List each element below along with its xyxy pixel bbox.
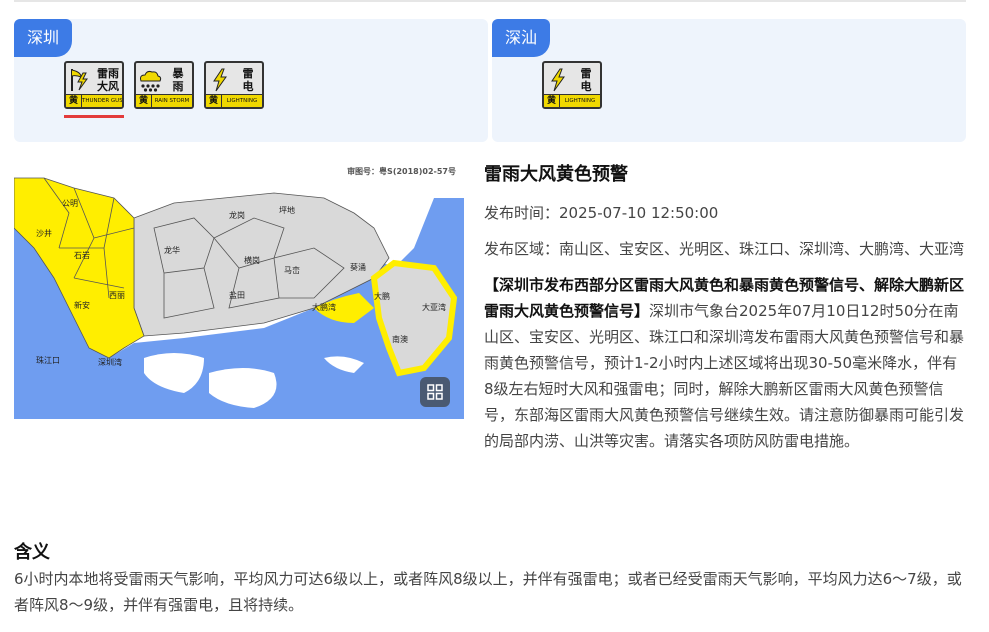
icon-text-line1: 雷 <box>242 66 254 80</box>
svg-text:沙井: 沙井 <box>36 228 52 238</box>
icon-text-line2: 大风 <box>97 79 119 93</box>
svg-text:西丽: 西丽 <box>109 291 125 300</box>
warning-en-label: THUNDER GUST <box>82 98 122 104</box>
rain-storm-warning-icon[interactable]: 暴 雨 黄 RAIN STORM <box>134 61 194 109</box>
svg-text:深圳湾: 深圳湾 <box>98 357 122 367</box>
svg-text:南澳: 南澳 <box>392 334 408 344</box>
lightning-icon <box>206 63 234 96</box>
map-graphic: 珠江口 深圳湾 大鹏湾 大亚湾 南澳 葵涌 大鹏 公明 沙井 石岩 新安 西丽 … <box>14 158 464 419</box>
warning-level: 黄 <box>544 95 560 107</box>
svg-text:葵涌: 葵涌 <box>350 262 366 272</box>
svg-text:龙岗: 龙岗 <box>229 210 245 220</box>
publish-area: 发布区域：南山区、宝安区、光明区、珠江口、深圳湾、大鹏湾、大亚湾 <box>484 236 966 262</box>
lightning-icon <box>544 63 572 96</box>
icon-text-line2: 电 <box>242 79 254 93</box>
lightning-warning-icon[interactable]: 雷 电 黄 LIGHTNING <box>542 61 602 109</box>
svg-text:新安: 新安 <box>74 300 90 310</box>
publish-time-value: 2025-07-10 12:50:00 <box>559 204 719 222</box>
meaning-section: 含义 6小时内本地将受雷雨天气影响，平均风力可达6级以上，或者阵风8级以上，并伴… <box>14 538 966 618</box>
warning-level: 黄 <box>66 95 82 107</box>
icon-text-line1: 雷 <box>580 66 592 80</box>
publish-time: 发布时间：2025-07-10 12:50:00 <box>484 200 966 226</box>
icon-text-line1: 暴 <box>172 66 184 80</box>
svg-text:大鹏: 大鹏 <box>374 291 390 301</box>
region-tab-shenshan[interactable]: 深汕 <box>492 19 551 57</box>
svg-text:大鹏湾: 大鹏湾 <box>312 302 336 312</box>
warning-en-label: LIGHTNING <box>226 98 258 104</box>
warning-level: 黄 <box>136 95 152 107</box>
region-tab-shenzhen[interactable]: 深圳 <box>14 19 73 57</box>
svg-text:龙华: 龙华 <box>164 245 180 255</box>
top-divider <box>14 0 966 2</box>
publish-area-value: 南山区、宝安区、光明区、珠江口、深圳湾、大鹏湾、大亚湾 <box>559 240 965 258</box>
warning-body-text: 深圳市气象台2025年07月10日12时50分在南山区、宝安区、光明区、珠江口和… <box>484 302 965 450</box>
publish-area-label: 发布区域： <box>484 240 560 258</box>
icon-text-line1: 雷雨 <box>97 66 119 80</box>
icon-text-line2: 雨 <box>172 79 184 93</box>
grid-icon <box>427 384 443 400</box>
warning-detail: 雷雨大风黄色预警 发布时间：2025-07-10 12:50:00 发布区域：南… <box>484 158 966 454</box>
warning-level: 黄 <box>206 95 222 107</box>
warning-body: 【深圳市发布西部分区雷雨大风黄色和暴雨黄色预警信号、解除大鹏新区雷雨大风黄色预警… <box>484 272 966 454</box>
map-approval-number: 审图号：粤S(2018)02-57号 <box>347 167 456 176</box>
lightning-warning-icon[interactable]: 雷 电 黄 LIGHTNING <box>204 61 264 109</box>
publish-time-label: 发布时间： <box>484 204 560 222</box>
svg-text:坪地: 坪地 <box>279 205 295 215</box>
thunder-gust-icon <box>66 63 94 96</box>
region-panel-shenzhen: 深圳 雷雨 大风 黄 THUNDER GUST 暴 雨 黄 RAIN STORM… <box>14 19 488 142</box>
region-panel-shenshan: 深汕 雷 电 黄 LIGHTNING <box>492 19 966 142</box>
svg-text:大亚湾: 大亚湾 <box>422 302 446 312</box>
active-icon-indicator <box>64 115 124 118</box>
svg-text:珠江口: 珠江口 <box>36 355 60 365</box>
svg-text:横岗: 横岗 <box>244 255 260 265</box>
map-expand-button[interactable] <box>420 377 450 407</box>
warning-title: 雷雨大风黄色预警 <box>484 164 628 185</box>
svg-text:盐田: 盐田 <box>229 290 245 300</box>
warning-map[interactable]: 珠江口 深圳湾 大鹏湾 大亚湾 南澳 葵涌 大鹏 公明 沙井 石岩 新安 西丽 … <box>14 158 464 419</box>
svg-text:马峦: 马峦 <box>284 265 300 275</box>
icon-text-line2: 电 <box>580 79 592 93</box>
meaning-text: 6小时内本地将受雷雨天气影响，平均风力可达6级以上，或者阵风8级以上，并伴有强雷… <box>14 570 962 614</box>
meaning-title: 含义 <box>14 542 50 563</box>
svg-text:公明: 公明 <box>62 199 78 208</box>
warning-en-label: RAIN STORM <box>154 98 190 104</box>
thunder-gust-warning-icon[interactable]: 雷雨 大风 黄 THUNDER GUST <box>64 61 124 109</box>
rain-storm-icon <box>136 63 164 96</box>
warning-en-label: LIGHTNING <box>564 98 596 104</box>
svg-text:石岩: 石岩 <box>74 250 90 260</box>
